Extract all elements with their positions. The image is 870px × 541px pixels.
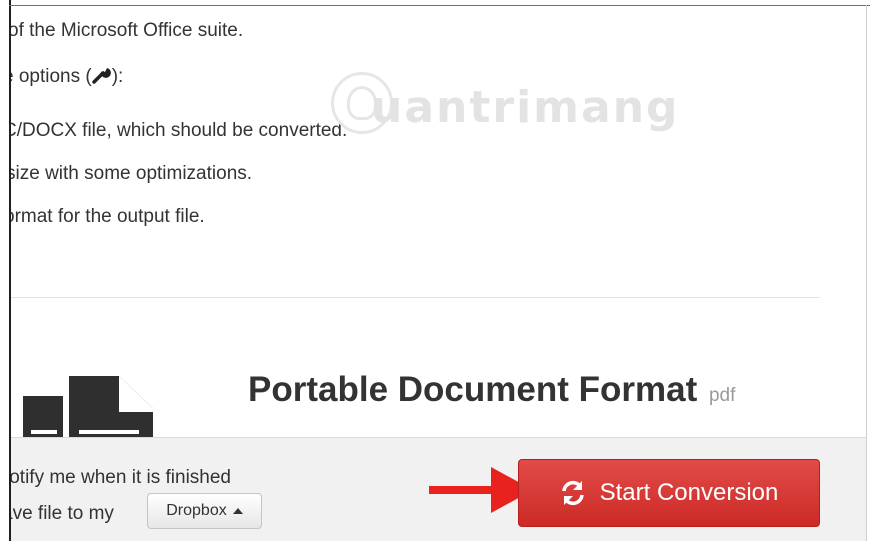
dropbox-dropdown-button[interactable]: Dropbox xyxy=(147,493,262,529)
watermark-text: uantrimang xyxy=(371,82,680,133)
conversion-footer: lotify me when it is finished ave file t… xyxy=(11,437,866,541)
start-conversion-label: Start Conversion xyxy=(599,479,779,506)
description-line-1: of the Microsoft Office suite. xyxy=(11,20,244,41)
content-area: of the Microsoft Office suite. e options… xyxy=(11,6,866,541)
watermark: uantrimang xyxy=(329,68,678,152)
description-line-5: ormat for the output file. xyxy=(11,206,205,227)
start-conversion-button[interactable]: Start Conversion xyxy=(518,459,820,527)
notify-option[interactable]: lotify me when it is finished xyxy=(11,467,231,489)
format-extension: pdf xyxy=(708,385,736,406)
options-line: e options (): xyxy=(11,66,123,88)
section-divider xyxy=(11,297,820,298)
description-line-3: C/DOCX file, which should be converted. xyxy=(11,120,348,141)
format-title: Portable Document Format pdf xyxy=(248,370,735,410)
description-line-4: size with some optimizations. xyxy=(11,163,253,184)
window-right-edge xyxy=(866,5,867,541)
wrench-icon xyxy=(91,66,112,88)
dropbox-label: Dropbox xyxy=(166,502,227,519)
save-to-label: ave file to my xyxy=(11,503,114,524)
options-text: e options ( xyxy=(11,66,92,87)
options-suffix: ): xyxy=(111,66,124,87)
document-icon xyxy=(23,376,153,444)
refresh-icon xyxy=(561,480,584,506)
format-name: Portable Document Format xyxy=(248,370,698,409)
caret-up-icon xyxy=(232,508,243,514)
